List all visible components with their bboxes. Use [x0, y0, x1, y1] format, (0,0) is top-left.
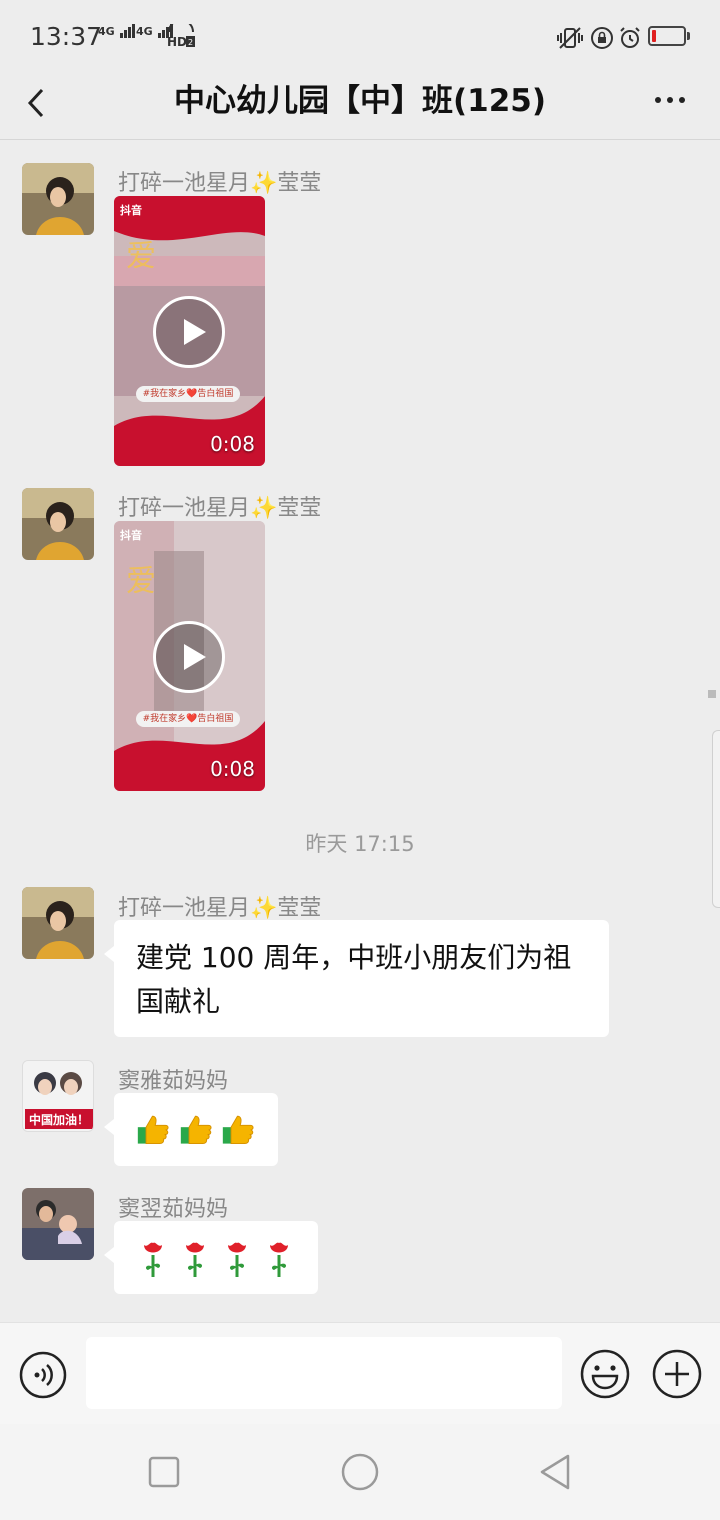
battery-level [652, 30, 656, 42]
battery-icon [648, 26, 690, 46]
avatar[interactable]: 中国加油！ [22, 1060, 94, 1132]
avatar[interactable] [22, 1188, 94, 1260]
rose-icon [270, 1242, 288, 1277]
sender-name: 窦雅茹妈妈 [118, 1069, 229, 1094]
video-message[interactable]: 爱 抖音 #我在家乡❤️告白祖国 0:08 [114, 196, 265, 466]
voice-button[interactable] [19, 1351, 67, 1399]
signal-4g-icon-1: 4G [98, 24, 136, 38]
timestamp: 昨天 17:15 [305, 832, 415, 856]
douyin-logo: 抖音 [120, 204, 142, 217]
sender-name: 打碎一池星月✨莹莹 [118, 896, 322, 921]
text-message-bubble[interactable]: 建党 100 周年，中班小朋友们为祖国献礼 [104, 920, 609, 1037]
avatar[interactable] [22, 163, 94, 235]
chat-title: 中心幼儿园【中】班(125) [173, 83, 547, 119]
side-scroll-handle[interactable] [712, 730, 720, 908]
chat-header: 中心幼儿园【中】班(125) [0, 72, 720, 140]
back-triangle-icon[interactable] [536, 1452, 576, 1492]
system-back-button[interactable] [536, 1452, 576, 1492]
emoji-content: 👍👍👍 [114, 1093, 278, 1165]
play-icon[interactable] [153, 621, 225, 693]
emoji-message-bubble[interactable]: 🌹🌹🌹🌹 [104, 1221, 318, 1297]
emoji-button[interactable] [580, 1349, 630, 1399]
status-time: 13:37 [30, 22, 103, 51]
avatar[interactable] [22, 488, 94, 560]
thumbs-up-icon [223, 1115, 254, 1145]
back-button[interactable] [18, 78, 58, 128]
recent-apps-button[interactable] [144, 1452, 184, 1492]
message-text: 建党 100 周年，中班小朋友们为祖国献礼 [136, 941, 572, 1018]
douyin-logo: 抖音 [120, 529, 142, 542]
play-icon[interactable] [153, 296, 225, 368]
system-navigation-bar [0, 1424, 720, 1520]
voice-icon[interactable] [19, 1351, 67, 1399]
alarm-icon [618, 26, 644, 50]
rotation-lock-icon [590, 26, 616, 50]
thumbs-up-icon [137, 1115, 169, 1145]
vibrate-icon [556, 26, 583, 50]
more-dots-icon[interactable] [652, 92, 692, 108]
sender-name: 打碎一池星月✨莹莹 [118, 496, 322, 521]
emoji-message-bubble[interactable]: 👍👍👍 [104, 1093, 278, 1166]
status-bar: 13:37 4G 4G HD 2 [0, 0, 720, 72]
rose-icon [228, 1242, 246, 1277]
home-button[interactable] [340, 1452, 380, 1492]
svg-text:爱: 爱 [126, 564, 156, 599]
thumbs-up-icon [180, 1115, 212, 1145]
rose-icon [144, 1242, 162, 1277]
emoji-content: 🌹🌹🌹🌹 [114, 1221, 318, 1297]
video-message[interactable]: 爱 抖音 #我在家乡❤️告白祖国 0:08 [114, 521, 265, 791]
plus-circle-icon[interactable] [652, 1349, 702, 1399]
message-input[interactable] [86, 1337, 562, 1409]
svg-text:爱: 爱 [126, 239, 156, 274]
hd-sub: 2 [188, 38, 193, 47]
hd-label: HD [167, 35, 187, 48]
sender-name: 打碎一池星月✨莹莹 [118, 171, 322, 196]
input-bar [0, 1322, 720, 1424]
more-button[interactable] [652, 92, 692, 108]
avatar[interactable] [22, 887, 94, 959]
more-functions-button[interactable] [652, 1349, 702, 1399]
emoji-icon[interactable] [580, 1349, 630, 1399]
hd-voice-icon: HD 2 [165, 19, 197, 49]
video-tag: #我在家乡❤️告白祖国 [136, 386, 240, 402]
video-tag: #我在家乡❤️告白祖国 [136, 711, 240, 727]
rose-icon [186, 1242, 204, 1277]
avatar-caption: 中国加油！ [28, 1113, 89, 1127]
scroll-indicator [708, 690, 716, 698]
home-icon[interactable] [340, 1452, 380, 1492]
sender-name: 窦翌茹妈妈 [118, 1197, 229, 1222]
video-duration: 0:08 [210, 432, 255, 456]
recent-apps-icon[interactable] [144, 1452, 184, 1492]
video-duration: 0:08 [210, 757, 255, 781]
chevron-left-icon[interactable] [18, 78, 58, 128]
